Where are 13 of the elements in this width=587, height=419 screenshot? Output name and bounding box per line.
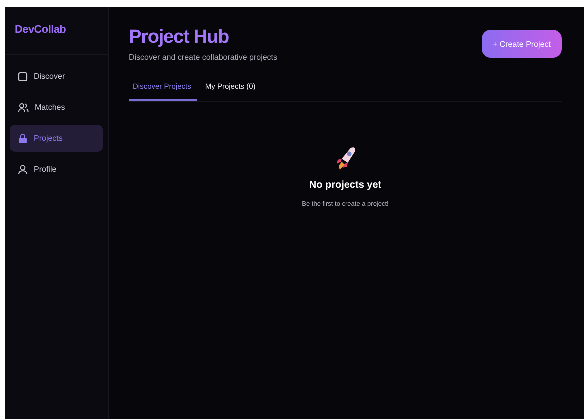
app-logo: DevCollab [5, 7, 108, 55]
nav-item[interactable]: Projects [10, 125, 103, 152]
create-project-button[interactable]: + Create Project [482, 30, 562, 58]
nav-item[interactable]: Discover [10, 63, 103, 90]
square-icon [18, 72, 28, 82]
people-icon [18, 102, 29, 112]
empty-state-title: No projects yet [309, 180, 382, 191]
nav-item[interactable]: Profile [10, 156, 103, 183]
rocket-icon [334, 146, 356, 172]
page-subtitle: Discover and create collaborative projects [129, 53, 278, 62]
nav-item[interactable]: Matches [10, 94, 103, 121]
page-title: Project Hub [129, 27, 230, 49]
person-icon [18, 164, 28, 174]
